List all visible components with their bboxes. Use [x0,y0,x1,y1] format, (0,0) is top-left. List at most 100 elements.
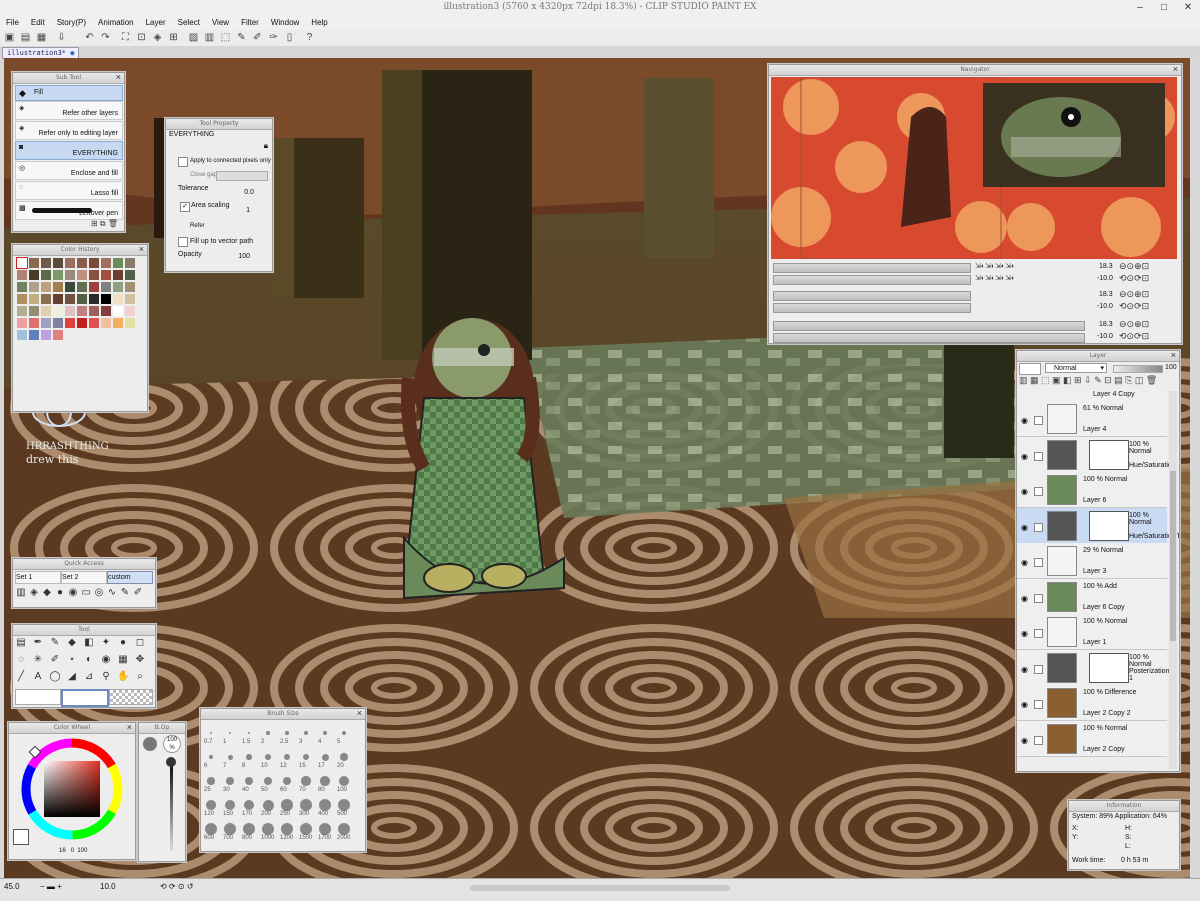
highlighter-icon[interactable]: ✎ [49,637,61,649]
apply-connected-checkbox[interactable] [178,157,188,167]
menu-select[interactable]: Select [172,16,206,30]
sub-tool-item[interactable]: ◌ Lasso fill [15,181,123,200]
layer-row[interactable]: ◉ 29 % Normal Layer 3 [1017,543,1167,579]
layer-row[interactable]: ◉ 100 % Normal Posterization 1 [1017,649,1169,686]
brush-size-dot[interactable] [243,799,255,811]
nav-action-icons[interactable]: ⊖⊙⊕⊡ [1119,261,1149,272]
close-icon[interactable]: × [1171,351,1176,360]
device-icon[interactable]: ▯ [284,32,295,43]
pen-icon[interactable]: ✎ [119,587,131,599]
cube-icon[interactable]: ◈ [28,587,40,599]
color-history-swatch[interactable] [16,257,28,269]
layer-lock-checkbox[interactable] [1034,664,1043,674]
brush-size-dot[interactable] [339,776,349,786]
brush-size-dot[interactable] [304,731,308,735]
eye-icon[interactable]: ◉ [1021,523,1028,532]
color-history-swatch[interactable] [89,294,99,304]
zoom-slider-2[interactable] [773,291,971,301]
close-gap-slider[interactable] [216,171,268,181]
color-history-swatch[interactable] [29,306,39,316]
eye-icon[interactable]: ◉ [1021,665,1028,674]
menu-view[interactable]: View [206,16,235,30]
color-history-swatch[interactable] [41,282,51,292]
brush-size-dot[interactable] [266,731,270,735]
color-history-swatch[interactable] [77,306,87,316]
brush-size-dot[interactable] [281,823,293,835]
eye-icon[interactable]: ◉ [1021,487,1028,496]
eye-icon[interactable]: ◉ [1021,594,1028,603]
layer-row[interactable]: ◉ 100 % Normal Layer 2 Copy [1017,720,1167,757]
menu-file[interactable]: File [0,16,25,30]
color-history-swatch[interactable] [125,282,135,292]
brush-size-dot[interactable] [281,799,293,811]
pen-icon[interactable]: ✎ [236,32,247,43]
eye-icon[interactable]: ◉ [1021,558,1028,567]
color-history-swatch[interactable] [17,318,27,328]
color-history-swatch[interactable] [41,294,51,304]
frame-tool-icon[interactable]: ⊿ [83,671,95,683]
zoom-buttons[interactable]: ⇲◐⇲◐⇲◐⇲◐ [975,262,1015,270]
snap-icon[interactable]: ▨ [188,32,199,43]
layer-property-dropdown[interactable] [1019,363,1041,375]
select-icon[interactable]: ◻ [134,637,146,649]
color-history-swatch[interactable] [53,270,63,280]
brush-size-dot[interactable] [247,731,251,735]
color-history-swatch[interactable] [29,330,39,340]
color-history-swatch[interactable] [53,306,63,316]
close-icon[interactable]: × [1173,64,1178,74]
close-icon[interactable]: × [127,722,132,732]
brush-size-dot[interactable] [210,732,212,734]
eye-icon[interactable]: ◉ [1021,700,1028,709]
layer-opacity-slider[interactable] [1113,365,1163,373]
brush-size-dot[interactable] [301,776,311,786]
brush-size-dot[interactable] [227,754,233,760]
brush-size-dot[interactable] [319,823,331,835]
nav-rotate-icons-2[interactable]: ⟲⊙⟳⊡ [1119,301,1149,312]
color-history-swatch[interactable] [101,318,111,328]
layer-lock-checkbox[interactable] [1034,629,1043,638]
curve-icon[interactable]: ∿ [106,587,118,599]
color-history-swatch[interactable] [89,306,99,316]
layer-row[interactable]: ◉ 100 % Normal Hue/Saturation [1017,436,1176,473]
rotate-slider-3[interactable] [773,333,1085,343]
brush-size-dot[interactable] [322,730,328,736]
color-history-swatch[interactable] [77,318,87,328]
brush-size-dot[interactable] [206,800,216,810]
grid-icon[interactable]: ▥ [204,32,215,43]
color-history-swatch[interactable] [41,270,51,280]
pencil-icon[interactable]: ✐ [49,654,61,666]
brush-size-dot[interactable] [228,731,232,735]
opacity-value[interactable]: 100 [238,253,250,260]
brush-size-dot[interactable] [283,753,291,761]
balloon-icon[interactable]: ◯ [49,671,61,683]
sub-tool-item[interactable]: ◈ Refer other layers [15,101,123,120]
color-history-swatch[interactable] [113,282,123,292]
menu-filter[interactable]: Filter [235,16,265,30]
fill-tool-icon[interactable]: ◉ [100,654,112,666]
brush-size-dot[interactable] [208,754,214,760]
horizontal-scrollbar[interactable] [470,885,730,891]
save-icon[interactable]: ▦ [36,32,47,43]
color-history-swatch[interactable] [65,270,75,280]
rotate-slider[interactable] [773,275,971,285]
brush-icon[interactable]: ✐ [252,32,263,43]
color-history-swatch[interactable] [41,330,51,340]
gradient-icon[interactable]: ▦ [117,654,129,666]
color-history-swatch[interactable] [53,282,63,292]
layer-opacity-value[interactable]: 100 [1165,364,1177,371]
color-history-swatch[interactable] [77,294,87,304]
color-history-swatch[interactable] [53,330,63,340]
eye-icon[interactable]: ◉ [1021,629,1028,638]
brush-size-dot[interactable] [245,777,253,785]
lock-icon[interactable]: 🔒︎ [264,141,268,151]
color-history-swatch[interactable] [125,318,135,328]
close-icon[interactable]: × [357,708,362,718]
minimize-button[interactable]: – [1128,0,1152,16]
layer-row[interactable]: ◉ 100 % Normal Layer 1 [1017,614,1167,650]
layer-lock-checkbox[interactable] [1034,451,1043,461]
sub-tool-item[interactable]: ◈ Refer only to editing layer [15,121,123,140]
color-history-swatch[interactable] [65,294,75,304]
color-history-swatch[interactable] [77,282,87,292]
menu-animation[interactable]: Animation [92,16,140,30]
menu-help[interactable]: Help [305,16,333,30]
